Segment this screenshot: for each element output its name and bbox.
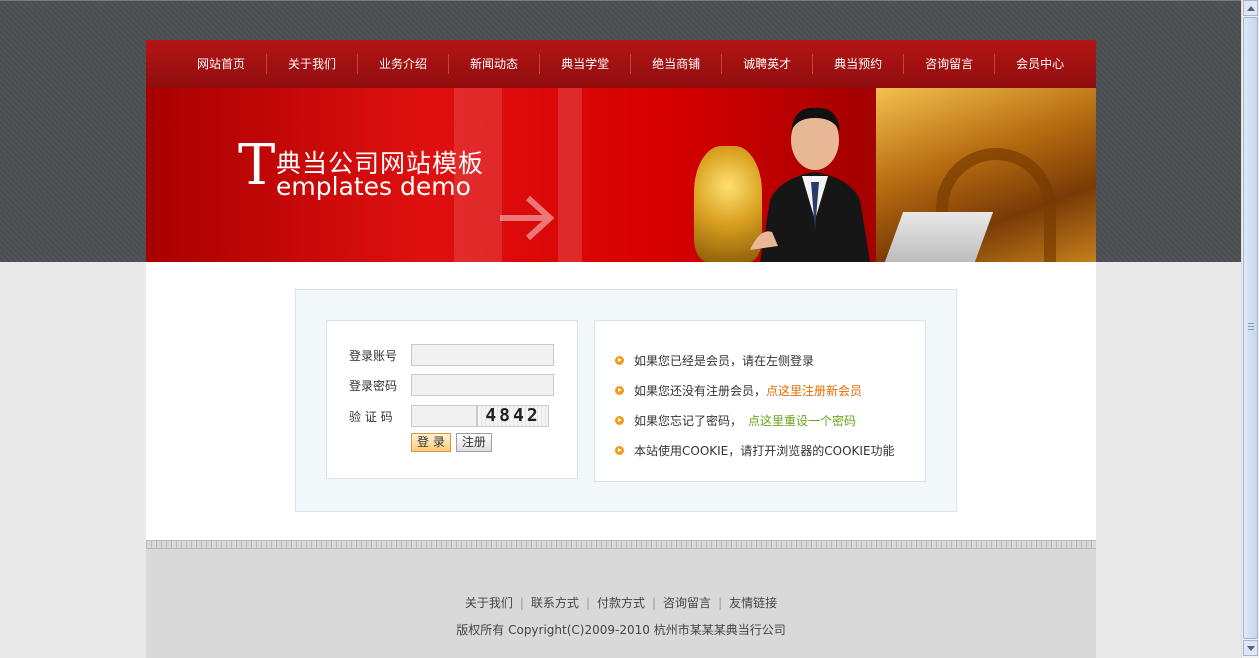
- info-text: 本站使用COOKIE，请打开浏览器的COOKIE功能: [634, 443, 895, 458]
- footer-separator: |: [519, 596, 524, 610]
- scroll-down-icon[interactable]: [1243, 640, 1258, 656]
- bullet-arrow-icon: [615, 355, 624, 365]
- grip-icon: [1248, 323, 1254, 331]
- info-text: 如果您还没有注册会员，: [634, 383, 767, 398]
- captcha-row: 验 证 码 4842: [349, 405, 549, 427]
- captcha-input[interactable]: [411, 405, 477, 427]
- footer-separator: |: [652, 596, 657, 610]
- info-item: 如果您已经是会员，请在左侧登录: [595, 345, 925, 375]
- banner-logo-letter: T: [238, 133, 276, 198]
- captcha-label: 验 证 码: [349, 409, 393, 424]
- nav-item-about[interactable]: 关于我们: [267, 54, 359, 74]
- main-nav: 网站首页 关于我们 业务介绍 新闻动态 典当学堂 绝当商铺 诚聘英才 典当预约 …: [146, 40, 1096, 88]
- nav-item-booking[interactable]: 典当预约: [813, 54, 905, 74]
- nav-item-home[interactable]: 网站首页: [176, 54, 268, 74]
- nav-item-school[interactable]: 典当学堂: [540, 54, 632, 74]
- reset-password-link[interactable]: 点这里重设一个密码: [748, 412, 856, 429]
- nav-item-member[interactable]: 会员中心: [995, 54, 1085, 74]
- password-row: 登录密码: [349, 374, 554, 396]
- register-button[interactable]: 注册: [455, 433, 492, 452]
- vertical-scrollbar[interactable]: [1241, 0, 1259, 658]
- decorative-border: [146, 540, 1096, 549]
- nav-item-message[interactable]: 咨询留言: [904, 54, 996, 74]
- account-label: 登录账号: [349, 348, 398, 363]
- bullet-arrow-icon: [615, 415, 624, 425]
- info-text: 如果您已经是会员，请在左侧登录: [634, 353, 815, 368]
- captcha-image[interactable]: 4842: [477, 405, 549, 427]
- bullet-arrow-icon: [615, 385, 624, 395]
- hero-banner: T 典当公司网站模板 emplates demo: [146, 88, 1096, 262]
- nav-item-news[interactable]: 新闻动态: [449, 54, 541, 74]
- nav-item-shop[interactable]: 绝当商铺: [631, 54, 723, 74]
- page-container: 网站首页 关于我们 业务介绍 新闻动态 典当学堂 绝当商铺 诚聘英才 典当预约 …: [146, 40, 1096, 658]
- arrow-right-icon: [500, 195, 555, 241]
- scrollbar-thumb[interactable]: [1243, 17, 1258, 639]
- footer-links: 关于我们 | 联系方式 | 付款方式 | 咨询留言 | 友情链接: [146, 594, 1096, 611]
- info-text: 如果您忘记了密码，: [634, 413, 743, 428]
- password-label: 登录密码: [349, 378, 398, 393]
- footer-link-friends[interactable]: 友情链接: [729, 596, 777, 610]
- banner-title-en: emplates demo: [276, 172, 471, 201]
- footer-separator: |: [718, 596, 723, 610]
- copyright: 版权所有 Copyright(C)2009-2010 杭州市某某某典当行公司: [456, 623, 786, 637]
- account-row: 登录账号: [349, 344, 554, 366]
- register-link[interactable]: 点这里注册新会员: [766, 382, 862, 399]
- footer: 关于我们 | 联系方式 | 付款方式 | 咨询留言 | 友情链接 版权所有 Copyright(…: [146, 549, 1096, 658]
- scroll-up-icon[interactable]: [1243, 0, 1258, 16]
- login-form: 登录账号 登录密码 验 证 码 4842 登 录 注册: [326, 320, 578, 479]
- info-item: 本站使用COOKIE，请打开浏览器的COOKIE功能: [595, 435, 925, 465]
- footer-link-contact[interactable]: 联系方式: [531, 596, 579, 610]
- info-item: 如果您还没有注册会员， 点这里注册新会员: [595, 375, 925, 405]
- password-input[interactable]: [411, 374, 554, 396]
- nav-item-jobs[interactable]: 诚聘英才: [722, 54, 814, 74]
- footer-link-payment[interactable]: 付款方式: [597, 596, 645, 610]
- form-buttons: 登 录 注册: [411, 433, 492, 452]
- account-input[interactable]: [411, 344, 554, 366]
- member-info: 如果您已经是会员，请在左侧登录 如果您还没有注册会员， 点这里注册新会员 如果您…: [594, 320, 926, 482]
- bullet-arrow-icon: [615, 445, 624, 455]
- nav-item-business[interactable]: 业务介绍: [358, 54, 450, 74]
- footer-separator: |: [585, 596, 590, 610]
- banner-stripe: [558, 88, 582, 262]
- window-frame: [0, 0, 1259, 1]
- footer-link-about[interactable]: 关于我们: [465, 596, 513, 610]
- login-button[interactable]: 登 录: [411, 433, 451, 452]
- main-content: 登录账号 登录密码 验 证 码 4842 登 录 注册 如果您已经是会员，请在左…: [146, 262, 1096, 540]
- login-panel: 登录账号 登录密码 验 证 码 4842 登 录 注册 如果您已经是会员，请在左…: [295, 289, 957, 512]
- laptop-image: [884, 212, 994, 262]
- info-item: 如果您忘记了密码， 点这里重设一个密码: [595, 405, 925, 435]
- footer-link-message[interactable]: 咨询留言: [663, 596, 711, 610]
- businessman-image: [750, 107, 870, 262]
